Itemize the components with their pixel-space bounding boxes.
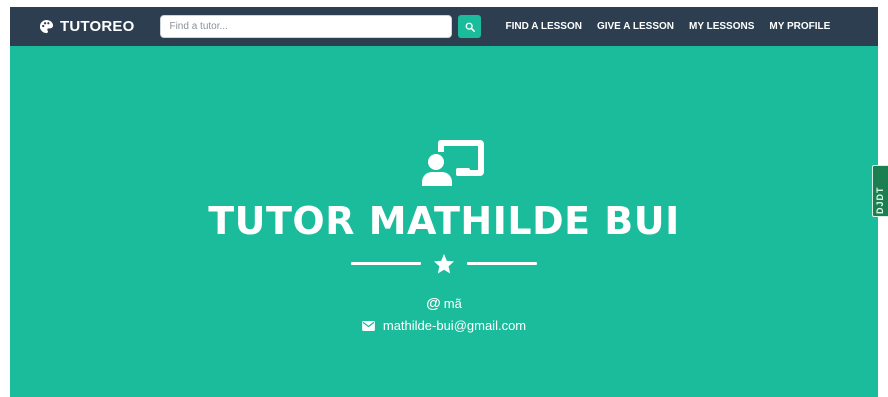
debug-toolbar-label: DJDT <box>875 186 885 214</box>
divider <box>10 253 878 274</box>
masthead: TUTOR MATHILDE BUI @ mã mathilde-bui@gma… <box>10 46 878 397</box>
page: TUTOREO FIND A LESSON GIVE A LESSON MY L… <box>0 0 888 397</box>
username: mã <box>443 296 462 311</box>
divider-line-left <box>351 262 421 265</box>
nav-link-my-profile[interactable]: MY PROFILE <box>769 21 830 32</box>
divider-line-right <box>467 262 537 265</box>
nav-link-my-lessons[interactable]: MY LESSONS <box>689 21 754 32</box>
search-icon <box>465 22 475 32</box>
search-button[interactable] <box>458 15 482 38</box>
email-row: mathilde-bui@gmail.com <box>10 318 878 333</box>
nav-link-give-a-lesson[interactable]: GIVE A LESSON <box>597 21 674 32</box>
star-icon <box>433 253 455 274</box>
nav-link-find-a-lesson[interactable]: FIND A LESSON <box>505 21 581 32</box>
brand-name: TUTOREO <box>60 18 135 35</box>
search-form <box>160 15 482 38</box>
nav-links: FIND A LESSON GIVE A LESSON MY LESSONS M… <box>505 21 845 32</box>
navbar: TUTOREO FIND A LESSON GIVE A LESSON MY L… <box>10 7 878 46</box>
at-sign-icon: @ <box>426 295 441 312</box>
email: mathilde-bui@gmail.com <box>382 318 527 333</box>
chalkboard-teacher-icon <box>422 140 484 186</box>
envelope-icon <box>362 320 375 331</box>
debug-toolbar-tab[interactable]: DJDT <box>872 165 888 217</box>
username-row: @ mã <box>10 295 878 312</box>
brand-link[interactable]: TUTOREO <box>39 18 134 35</box>
page-title: TUTOR MATHILDE BUI <box>208 199 680 243</box>
palette-icon <box>39 19 54 34</box>
search-input[interactable] <box>160 15 453 38</box>
